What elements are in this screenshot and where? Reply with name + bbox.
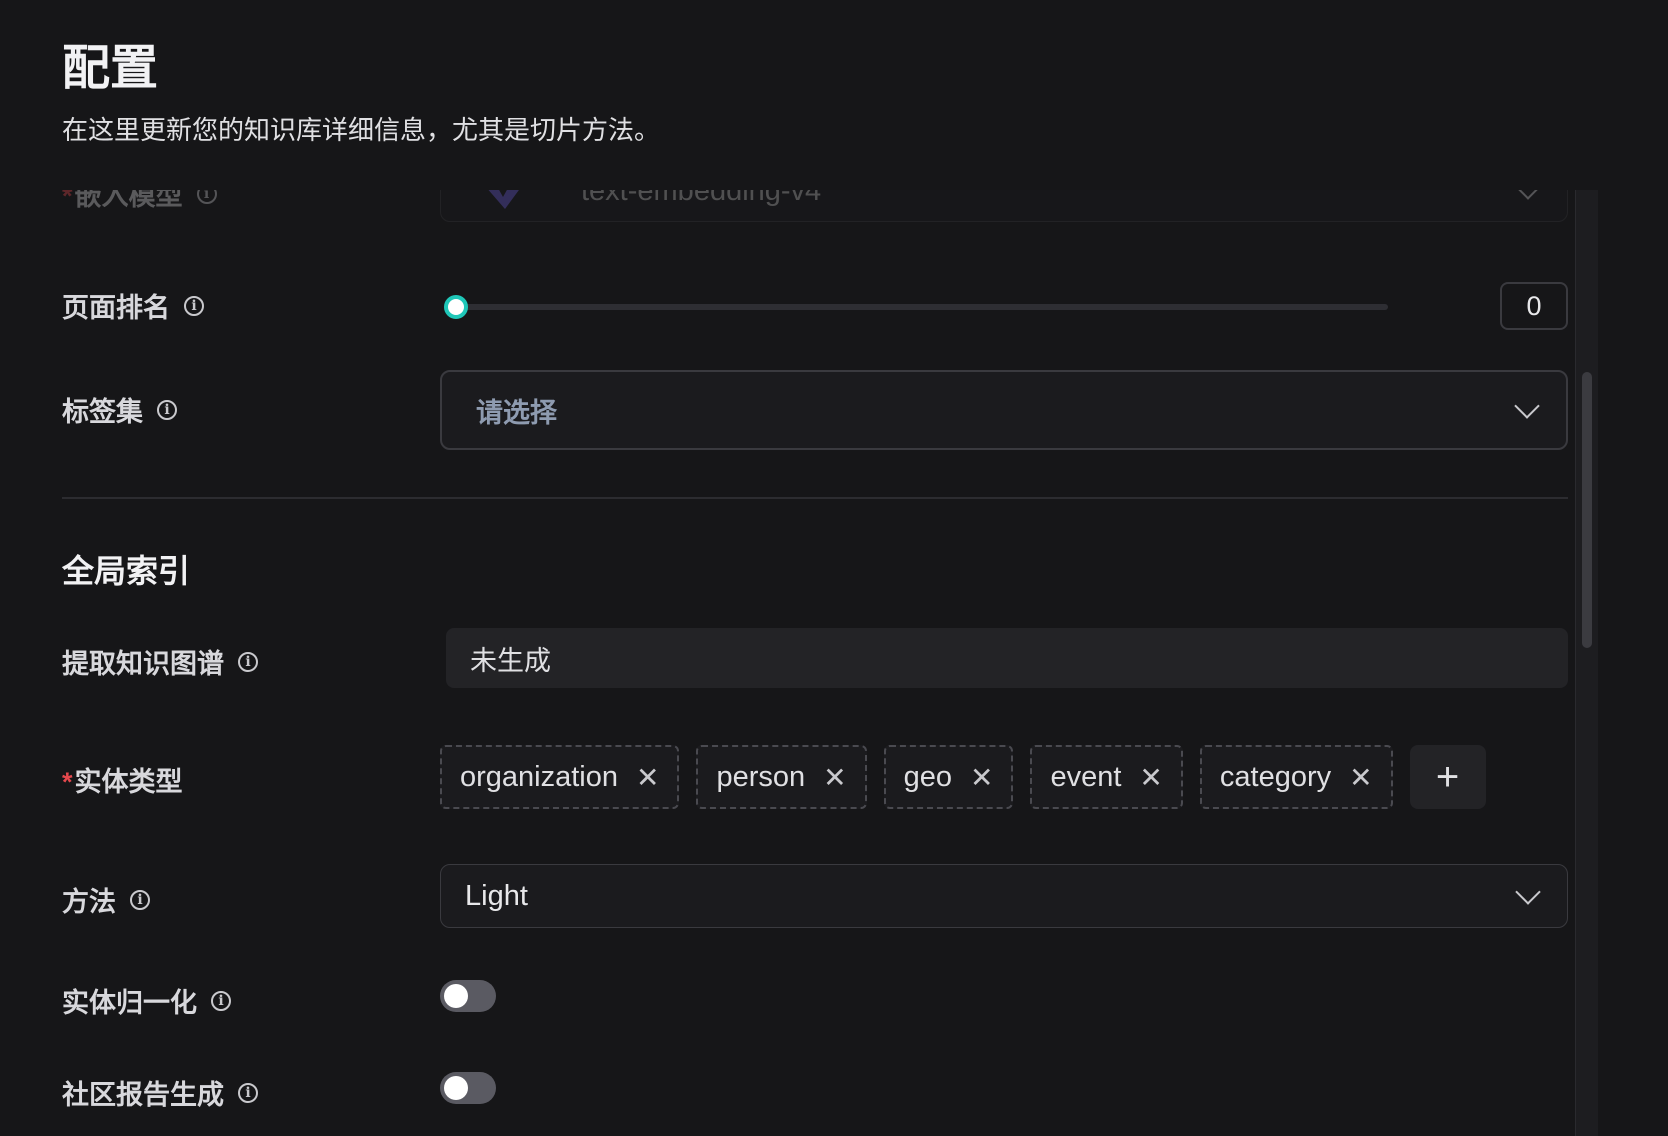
knowledge-graph-label: 提取知识图谱 i bbox=[62, 642, 258, 681]
entity-tag-label: category bbox=[1219, 760, 1332, 793]
info-icon[interactable]: i bbox=[211, 990, 231, 1011]
close-icon[interactable]: ✕ bbox=[1349, 761, 1372, 794]
scrollbar-track[interactable] bbox=[1575, 190, 1598, 1136]
toggle-knob bbox=[444, 984, 468, 1008]
required-mark: * bbox=[62, 767, 73, 797]
community-report-label: 社区报告生成 i bbox=[62, 1073, 258, 1112]
page-subtitle: 在这里更新您的知识库详细信息，尤其是切片方法。 bbox=[62, 115, 661, 145]
embedding-model-value: text-embedding-v4 bbox=[581, 190, 822, 207]
page-rank-label-text: 页面排名 bbox=[62, 293, 170, 323]
page-rank-number-input[interactable]: 0 bbox=[1500, 282, 1568, 330]
method-label: 方法 i bbox=[62, 880, 150, 919]
entity-types-label: *实体类型 bbox=[62, 760, 183, 799]
info-icon[interactable]: i bbox=[196, 190, 217, 204]
entity-tag[interactable]: geo ✕ bbox=[883, 745, 1014, 809]
entity-resolution-label-text: 实体归一化 bbox=[62, 988, 197, 1018]
info-icon[interactable]: i bbox=[238, 651, 258, 672]
model-logo-icon bbox=[488, 190, 519, 209]
scrollbar-thumb[interactable] bbox=[1582, 372, 1592, 648]
method-label-text: 方法 bbox=[62, 887, 116, 917]
close-icon[interactable]: ✕ bbox=[636, 761, 659, 794]
embedding-model-select[interactable]: text-embedding-v4 bbox=[440, 190, 1568, 222]
entity-tag[interactable]: event ✕ bbox=[1030, 745, 1183, 809]
method-select[interactable]: Light bbox=[440, 864, 1568, 928]
tag-set-select[interactable]: 请选择 bbox=[440, 370, 1568, 450]
knowledge-graph-label-text: 提取知识图谱 bbox=[62, 649, 224, 679]
community-report-label-text: 社区报告生成 bbox=[62, 1080, 224, 1110]
info-icon[interactable]: i bbox=[184, 295, 204, 316]
info-icon[interactable]: i bbox=[157, 399, 177, 420]
entity-tag-label: person bbox=[716, 760, 806, 793]
entity-type-tags: organization ✕ person ✕ geo ✕ event ✕ ca… bbox=[440, 745, 1486, 809]
tag-set-label-text: 标签集 bbox=[62, 397, 143, 427]
chevron-down-icon bbox=[1514, 393, 1540, 419]
settings-form[interactable]: *嵌入模型 i text-embedding-v4 页面排名 i 0 标签集 i… bbox=[0, 190, 1600, 1136]
knowledge-graph-status: 未生成 bbox=[446, 628, 1568, 688]
page-rank-label: 页面排名 i bbox=[62, 286, 204, 325]
chevron-down-icon bbox=[1515, 190, 1541, 200]
entity-tag-label: event bbox=[1050, 760, 1122, 793]
page-title: 配置 bbox=[62, 42, 159, 95]
embedding-model-label-text: 嵌入模型 bbox=[74, 190, 183, 211]
entity-resolution-toggle[interactable] bbox=[440, 980, 496, 1012]
entity-tag[interactable]: category ✕ bbox=[1199, 745, 1393, 809]
entity-types-label-text: 实体类型 bbox=[74, 767, 183, 797]
section-divider bbox=[62, 497, 1568, 499]
close-icon[interactable]: ✕ bbox=[1139, 761, 1162, 794]
entity-tag-label: organization bbox=[460, 760, 618, 793]
toggle-knob bbox=[444, 1076, 468, 1100]
info-icon[interactable]: i bbox=[130, 889, 150, 910]
entity-resolution-label: 实体归一化 i bbox=[62, 981, 231, 1020]
page-rank-slider-handle[interactable] bbox=[444, 295, 468, 319]
page-rank-slider-track[interactable] bbox=[448, 304, 1388, 310]
add-entity-type-button[interactable]: + bbox=[1409, 745, 1486, 809]
tag-set-label: 标签集 i bbox=[62, 390, 177, 429]
embedding-model-row: *嵌入模型 i bbox=[62, 190, 217, 213]
required-mark: * bbox=[62, 190, 73, 211]
info-icon[interactable]: i bbox=[238, 1082, 258, 1103]
entity-tag[interactable]: person ✕ bbox=[696, 745, 867, 809]
chevron-down-icon bbox=[1515, 879, 1541, 905]
global-index-heading: 全局索引 bbox=[62, 553, 191, 589]
entity-tag[interactable]: organization ✕ bbox=[440, 745, 680, 809]
method-value: Light bbox=[465, 879, 528, 912]
entity-tag-label: geo bbox=[903, 760, 952, 793]
close-icon[interactable]: ✕ bbox=[970, 761, 993, 794]
tag-set-placeholder: 请选择 bbox=[476, 397, 557, 428]
embedding-model-label: *嵌入模型 i bbox=[62, 190, 217, 213]
close-icon[interactable]: ✕ bbox=[823, 761, 846, 794]
community-report-toggle[interactable] bbox=[440, 1072, 496, 1104]
